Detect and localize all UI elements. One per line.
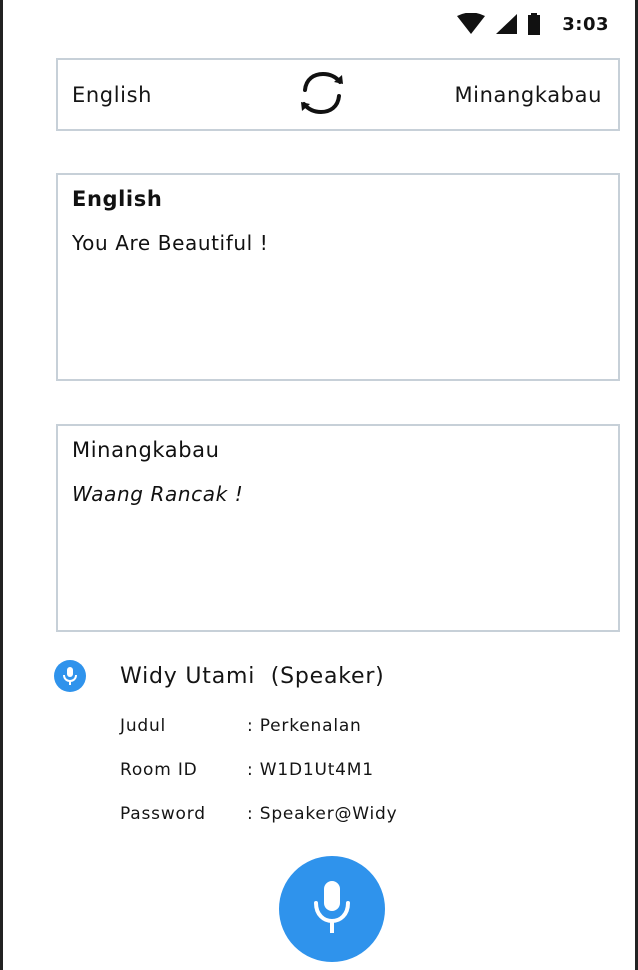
target-panel-title: Minangkabau [72, 438, 220, 462]
source-text-panel[interactable]: English You Are Beautiful ! [56, 173, 620, 381]
detail-label: Judul [120, 716, 167, 736]
wifi-icon [456, 13, 486, 35]
detail-value: : Perkenalan [247, 716, 362, 736]
language-selector: English Minangkabau [56, 58, 620, 131]
app-screen: 3:03 English Minangkabau English You Are… [0, 0, 638, 970]
translated-text: Waang Rancak ! [72, 482, 244, 506]
battery-icon [526, 12, 542, 36]
swap-arrows-icon [296, 70, 348, 120]
target-language-button[interactable]: Minangkabau [454, 83, 602, 107]
detail-value: : W1D1Ut4M1 [247, 760, 374, 780]
session-details: Judul : Perkenalan Room ID : W1D1Ut4M1 P… [120, 704, 398, 836]
source-panel-title: English [72, 187, 163, 211]
source-text: You Are Beautiful ! [72, 231, 269, 255]
detail-row-password: Password : Speaker@Widy [120, 792, 398, 836]
speaker-info: Widy Utami (Speaker) [54, 660, 385, 692]
source-language-button[interactable]: English [72, 83, 152, 107]
speaker-name: Widy Utami (Speaker) [120, 663, 385, 689]
status-time: 3:03 [562, 13, 609, 35]
signal-icon [494, 13, 518, 35]
swap-languages-button[interactable] [294, 70, 350, 120]
detail-row-judul: Judul : Perkenalan [120, 704, 398, 748]
microphone-icon [310, 879, 354, 939]
microphone-icon [54, 660, 86, 692]
detail-row-room-id: Room ID : W1D1Ut4M1 [120, 748, 398, 792]
status-bar: 3:03 [456, 8, 609, 40]
detail-label: Room ID [120, 760, 198, 780]
detail-label: Password [120, 804, 206, 824]
record-mic-button[interactable] [279, 856, 385, 962]
translation-panel: Minangkabau Waang Rancak ! [56, 424, 620, 632]
detail-value: : Speaker@Widy [247, 804, 398, 824]
